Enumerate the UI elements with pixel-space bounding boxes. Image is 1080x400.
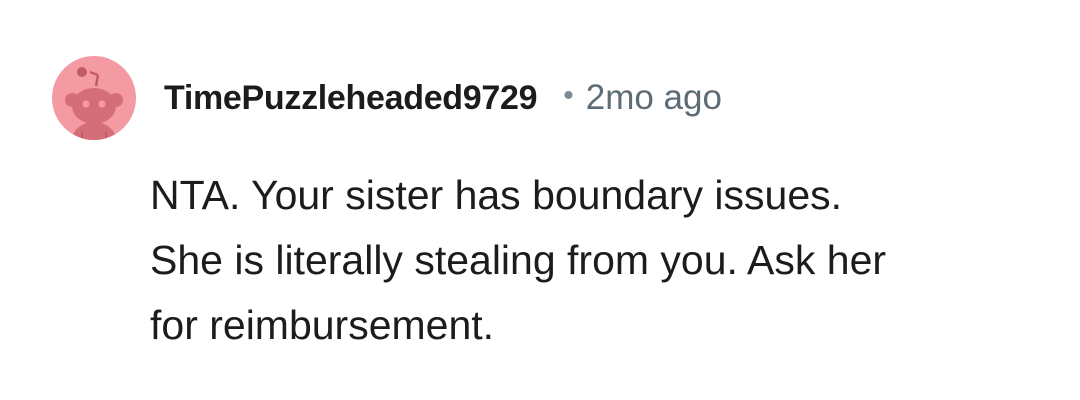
snoo-avatar-icon[interactable] (52, 56, 136, 140)
comment-header: TimePuzzleheaded9729 • 2mo ago (164, 76, 722, 120)
comment-body-line: for reimbursement. (150, 302, 495, 348)
author-username[interactable]: TimePuzzleheaded9729 (164, 79, 538, 118)
comment-body-line: NTA. Your sister has boundary issues. (150, 172, 843, 218)
meta-separator: • (563, 79, 574, 112)
comment-timestamp[interactable]: 2mo ago (586, 78, 722, 118)
comment: TimePuzzleheaded9729 • 2mo ago NTA. Your… (0, 0, 1080, 400)
comment-body: NTA. Your sister has boundary issues. Sh… (150, 163, 1050, 358)
comment-body-line: She is literally stealing from you. Ask … (150, 237, 887, 283)
